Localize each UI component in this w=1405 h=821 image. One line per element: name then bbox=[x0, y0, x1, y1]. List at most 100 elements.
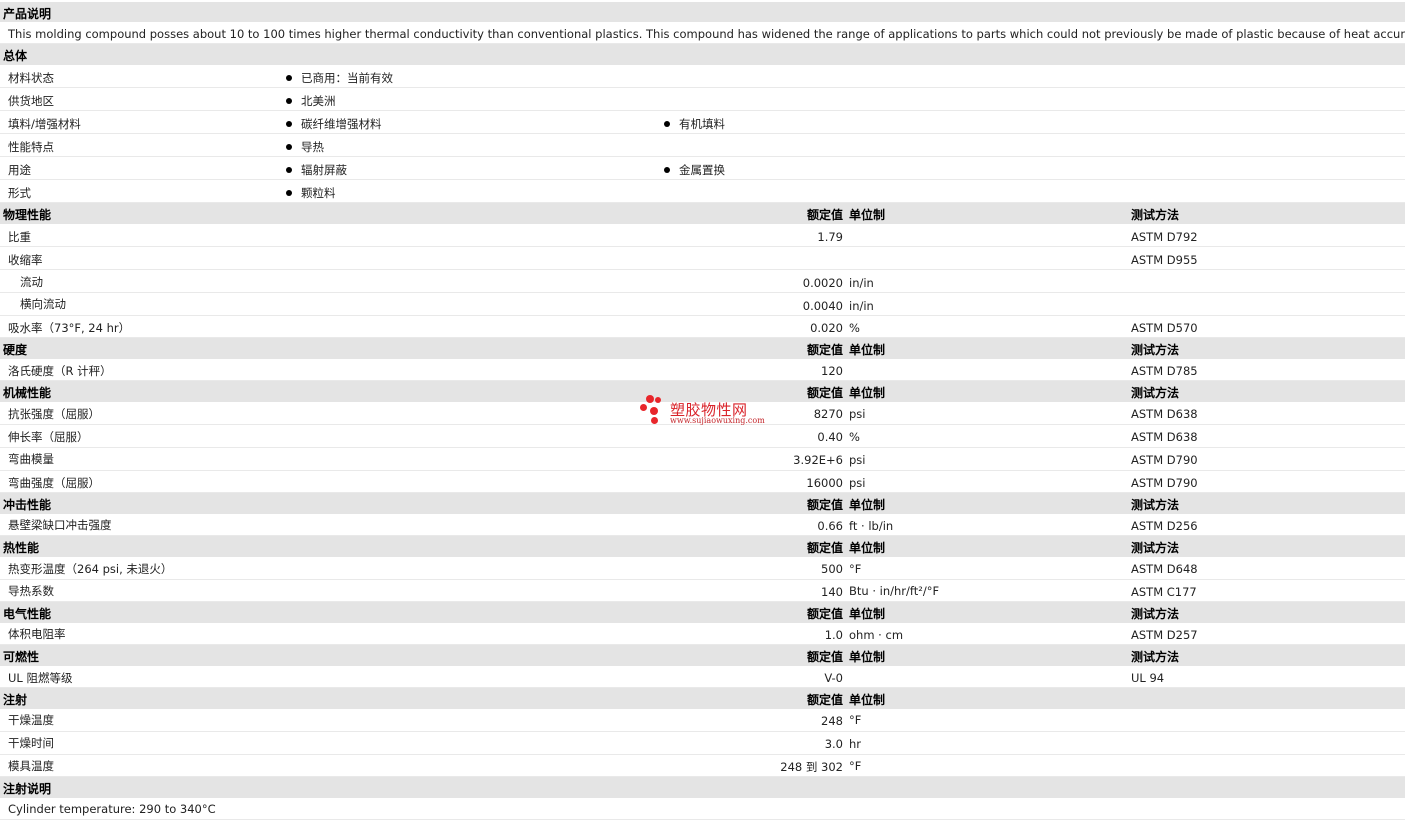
column-header-unit: 单位制 bbox=[849, 650, 886, 664]
property-row: 比重 1.79 ASTM D792 bbox=[0, 224, 1405, 247]
property-row: 干燥温度 248 °F bbox=[0, 709, 1405, 732]
bullet-value: 碳纤维增强材料 bbox=[286, 116, 382, 132]
property-value: 8270 bbox=[813, 407, 843, 421]
general-row: 形式 颗粒料 bbox=[0, 180, 1405, 203]
property-value: 500 bbox=[821, 562, 843, 576]
property-unit: °F bbox=[849, 562, 862, 576]
property-value: V-0 bbox=[824, 671, 843, 685]
general-row: 供货地区 北美洲 bbox=[0, 88, 1405, 111]
property-value: 0.020 bbox=[810, 321, 843, 335]
column-header-value: 额定值 bbox=[806, 343, 843, 357]
test-method: ASTM D792 bbox=[1131, 230, 1198, 244]
property-row: 体积电阻率 1.0 ohm · cm ASTM D257 bbox=[0, 623, 1405, 645]
property-unit: psi bbox=[849, 453, 866, 467]
column-header-method: 测试方法 bbox=[1131, 541, 1180, 555]
property-label: 弯曲模量 bbox=[8, 452, 54, 466]
column-header-method: 测试方法 bbox=[1131, 386, 1180, 400]
bullet-icon bbox=[664, 120, 670, 127]
bullet-icon bbox=[286, 97, 292, 104]
property-row: 干燥时间 3.0 hr bbox=[0, 732, 1405, 755]
property-label: 填料/增强材料 bbox=[8, 117, 81, 131]
bullet-icon bbox=[286, 74, 292, 81]
section-header-flammability: 可燃性 额定值 单位制 测试方法 bbox=[0, 645, 1405, 666]
property-value: 0.40 bbox=[817, 430, 843, 444]
logo-dot bbox=[651, 417, 658, 424]
section-title: 机械性能 bbox=[3, 386, 52, 400]
column-header-unit: 单位制 bbox=[849, 343, 886, 357]
general-row: 材料状态 已商用：当前有效 bbox=[0, 65, 1405, 88]
test-method: ASTM D790 bbox=[1131, 453, 1198, 467]
bullet-icon bbox=[664, 166, 670, 173]
property-unit: ohm · cm bbox=[849, 628, 904, 642]
section-header-hardness: 硬度 额定值 单位制 测试方法 bbox=[0, 338, 1405, 359]
property-row: 弯曲强度（屈服） 16000 psi ASTM D790 bbox=[0, 471, 1405, 493]
section-header-thermal: 热性能 额定值 单位制 测试方法 bbox=[0, 536, 1405, 557]
property-unit: in/in bbox=[849, 276, 874, 290]
description-text: This molding compound posses about 10 to… bbox=[8, 27, 1405, 41]
property-sublabel: 流动 bbox=[20, 275, 43, 289]
property-unit: % bbox=[849, 430, 860, 444]
column-header-unit: 单位制 bbox=[849, 607, 886, 621]
property-row: 导热系数 140 Btu · in/hr/ft²/°F ASTM C177 bbox=[0, 580, 1405, 602]
general-row: 用途 辐射屏蔽 金属置换 bbox=[0, 157, 1405, 180]
column-header-value: 额定值 bbox=[806, 693, 843, 707]
test-method: ASTM D570 bbox=[1131, 321, 1198, 335]
watermark-url: www.sujiaowuxing.com bbox=[670, 416, 765, 425]
property-row: 收缩率 ASTM D955 bbox=[0, 247, 1405, 270]
property-row: 模具温度 248 到 302 °F bbox=[0, 755, 1405, 777]
property-value: 248 bbox=[821, 714, 843, 728]
notes-row: Cylinder temperature: 290 to 340°C bbox=[0, 798, 1405, 820]
section-header-description: 产品说明 bbox=[0, 2, 1405, 22]
section-title: 热性能 bbox=[3, 541, 40, 555]
bullet-value: 有机填料 bbox=[664, 116, 725, 132]
section-header-impact: 冲击性能 额定值 单位制 测试方法 bbox=[0, 493, 1405, 514]
general-row: 性能特点 导热 bbox=[0, 134, 1405, 157]
property-value: 120 bbox=[821, 364, 843, 378]
test-method: ASTM D638 bbox=[1131, 407, 1198, 421]
column-header-method: 测试方法 bbox=[1131, 208, 1180, 222]
property-label: 洛氏硬度（R 计秤） bbox=[8, 364, 112, 378]
bullet-icon bbox=[286, 143, 292, 150]
test-method: ASTM D257 bbox=[1131, 628, 1198, 642]
property-row: 流动 0.0020 in/in bbox=[0, 270, 1405, 293]
bullet-value: 金属置换 bbox=[664, 162, 725, 178]
section-header-physical: 物理性能 额定值 单位制 测试方法 bbox=[0, 203, 1405, 224]
property-value: 140 bbox=[821, 585, 843, 599]
property-sublabel: 横向流动 bbox=[20, 297, 66, 311]
section-title: 注射 bbox=[3, 693, 28, 707]
column-header-value: 额定值 bbox=[806, 498, 843, 512]
column-header-method: 测试方法 bbox=[1131, 607, 1180, 621]
column-header-value: 额定值 bbox=[806, 607, 843, 621]
section-title: 冲击性能 bbox=[3, 498, 52, 512]
column-header-method: 测试方法 bbox=[1131, 650, 1180, 664]
property-value: 0.66 bbox=[817, 519, 843, 533]
property-label: 供货地区 bbox=[8, 94, 54, 108]
property-value: 3.0 bbox=[824, 737, 843, 751]
test-method: ASTM D638 bbox=[1131, 430, 1198, 444]
property-value: 0.0020 bbox=[802, 276, 843, 290]
section-header-injection: 注射 额定值 单位制 bbox=[0, 688, 1405, 709]
property-value: 248 到 302 bbox=[780, 760, 843, 774]
column-header-value: 额定值 bbox=[806, 650, 843, 664]
property-label: 悬壁梁缺口冲击强度 bbox=[8, 518, 112, 532]
section-header-general: 总体 bbox=[0, 44, 1405, 65]
property-label: 用途 bbox=[8, 163, 31, 177]
property-unit: psi bbox=[849, 407, 866, 421]
logo-dot bbox=[640, 404, 647, 411]
test-method: ASTM D790 bbox=[1131, 476, 1198, 490]
property-unit: in/in bbox=[849, 299, 874, 313]
description-row: This molding compound posses about 10 to… bbox=[0, 22, 1405, 44]
property-label: 热变形温度（264 psi, 未退火） bbox=[8, 562, 173, 576]
property-row: 吸水率（73°F, 24 hr） 0.020 % ASTM D570 bbox=[0, 316, 1405, 338]
property-row: UL 阻燃等级 V-0 UL 94 bbox=[0, 666, 1405, 688]
section-header-injection-notes: 注射说明 bbox=[0, 777, 1405, 798]
property-label: 抗张强度（屈服） bbox=[8, 407, 100, 421]
bullet-value: 颗粒料 bbox=[286, 185, 336, 201]
section-title: 可燃性 bbox=[3, 650, 40, 664]
column-header-unit: 单位制 bbox=[849, 208, 886, 222]
property-label: 干燥时间 bbox=[8, 736, 54, 750]
property-unit: °F bbox=[849, 759, 862, 773]
property-label: 模具温度 bbox=[8, 759, 54, 773]
property-label: UL 阻燃等级 bbox=[8, 671, 73, 685]
test-method: ASTM D785 bbox=[1131, 364, 1198, 378]
